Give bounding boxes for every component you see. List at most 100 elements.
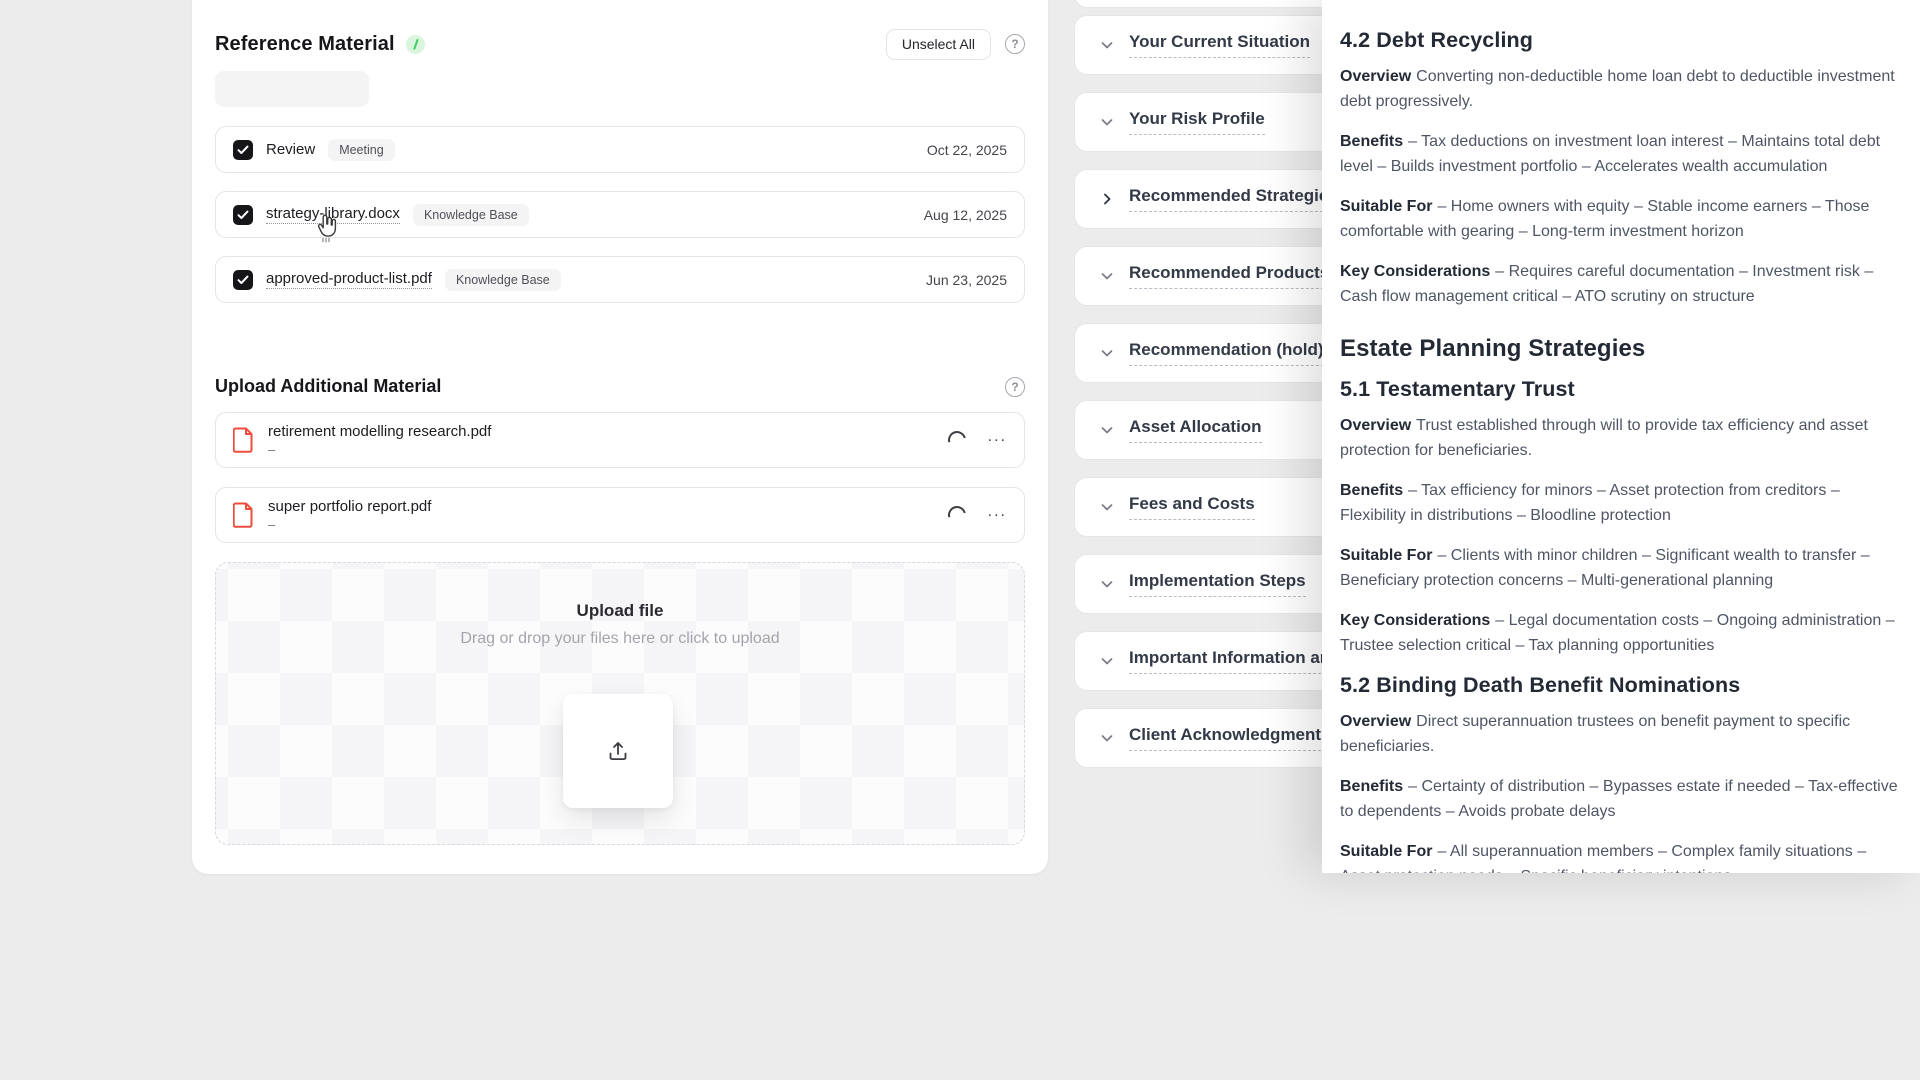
reference-item-name[interactable]: approved-product-list.pdf [266,270,432,289]
filter-tab[interactable] [308,74,336,104]
document-section-title[interactable]: Important Information and [1129,648,1341,674]
item-checkbox-checked[interactable] [233,205,253,225]
filter-tab[interactable] [278,74,306,104]
paragraph-text: – Certainty of distribution – Bypasses e… [1340,778,1898,820]
document-paragraph: Suitable For– Home owners with equity – … [1340,194,1906,244]
reference-item-date: Aug 12, 2025 [924,207,1007,223]
reference-item-name[interactable]: Review [266,141,315,158]
reference-item-type-badge: Knowledge Base [413,204,529,226]
paragraph-label: Suitable For [1340,843,1437,860]
paragraph-label: Overview [1340,417,1416,434]
uploaded-file-size: – [268,517,431,532]
uploaded-file-name: super portfolio report.pdf [268,498,431,515]
uploaded-file-size: – [268,442,491,457]
upload-help-icon[interactable]: ? [1005,377,1025,397]
document-heading-3: 5.1 Testamentary Trust [1340,377,1906,402]
upload-spinner-icon [944,428,969,453]
paragraph-text: Converting non-deductible home loan debt… [1340,68,1895,110]
document-paragraph: Suitable For– Clients with minor childre… [1340,543,1906,593]
document-paragraph: Benefits– Tax deductions on investment l… [1340,129,1906,179]
document-block: 4.2 Debt Recycling [1340,28,1906,53]
dropzone-hint: Drag or drop your files here or click to… [216,630,1024,648]
unselect-all-button[interactable]: Unselect All [886,29,991,60]
reference-item-date: Oct 22, 2025 [927,142,1007,158]
uploaded-file-list: retirement modelling research.pdf – ... … [215,412,1025,543]
document-section-title[interactable]: Recommended Products [1129,263,1329,289]
document-section-title[interactable]: Fees and Costs [1129,494,1255,520]
reference-item-row[interactable]: approved-product-list.pdf Knowledge Base… [215,256,1025,303]
file-dropzone[interactable]: Upload file Drag or drop your files here… [215,562,1025,845]
paragraph-text: Direct superannuation trustees on benefi… [1340,713,1850,755]
paragraph-text: Trust established through will to provid… [1340,417,1868,459]
document-block: Key Considerations– Requires careful doc… [1340,259,1906,309]
chevron-down-icon[interactable] [1099,114,1115,130]
reference-filter-tabs [215,71,369,107]
sync-status-icon [406,35,425,54]
reference-item-row[interactable]: Review Meeting Oct 22, 2025 [215,126,1025,173]
check-icon [237,210,249,220]
document-block: 5.1 Testamentary Trust [1340,377,1906,402]
chevron-down-icon[interactable] [1099,345,1115,361]
chevron-down-icon[interactable] [1099,730,1115,746]
upload-icon [606,739,630,763]
document-section-title[interactable]: Asset Allocation [1129,417,1262,443]
document-block: 5.2 Binding Death Benefit Nominations [1340,673,1906,698]
document-block: OverviewConverting non-deductible home l… [1340,64,1906,114]
chevron-down-icon[interactable] [1099,653,1115,669]
paragraph-label: Key Considerations [1340,263,1495,280]
filter-tab[interactable] [218,74,246,104]
file-actions-menu-icon[interactable]: ... [988,504,1007,526]
document-section-title[interactable]: Client Acknowledgment [1129,725,1321,751]
uploaded-file-row[interactable]: retirement modelling research.pdf – ... [215,412,1025,468]
paragraph-label: Benefits [1340,778,1408,795]
chevron-down-icon[interactable] [1099,576,1115,592]
chevron-down-icon[interactable] [1099,422,1115,438]
document-section-title[interactable]: Recommendation (hold) [1129,340,1324,366]
pdf-file-icon [233,502,254,528]
document-block: Benefits– Tax efficiency for minors – As… [1340,478,1906,528]
paragraph-text: – Tax efficiency for minors – Asset prot… [1340,482,1840,524]
document-paragraph: Benefits– Certainty of distribution – By… [1340,774,1906,824]
document-block: Suitable For– Clients with minor childre… [1340,543,1906,593]
chevron-down-icon[interactable] [1099,37,1115,53]
document-block: Benefits– Tax deductions on investment l… [1340,129,1906,179]
reference-material-header: Reference Material Unselect All ? [215,28,1025,60]
document-paragraph: Key Considerations– Legal documentation … [1340,608,1906,658]
filter-tab[interactable] [248,74,276,104]
chevron-down-icon[interactable] [1099,268,1115,284]
reference-item-list: Review Meeting Oct 22, 2025 strategy-lib… [215,126,1025,303]
chevron-right-icon[interactable] [1099,191,1115,207]
paragraph-label: Overview [1340,68,1416,85]
document-paragraph: Key Considerations– Requires careful doc… [1340,259,1906,309]
upload-section-title: Upload Additional Material [215,376,441,397]
uploaded-file-name: retirement modelling research.pdf [268,423,491,440]
green-tick-icon [411,39,420,50]
item-checkbox-checked[interactable] [233,270,253,290]
reference-item-row[interactable]: strategy-library.docx Knowledge Base Aug… [215,191,1025,238]
document-paragraph: OverviewDirect superannuation trustees o… [1340,709,1906,759]
paragraph-label: Suitable For [1340,198,1437,215]
document-block: Benefits– Certainty of distribution – By… [1340,774,1906,824]
paragraph-label: Benefits [1340,482,1408,499]
reference-item-type-badge: Knowledge Base [445,269,561,291]
document-paragraph: OverviewTrust established through will t… [1340,413,1906,463]
chevron-down-icon[interactable] [1099,499,1115,515]
document-section-title[interactable]: Recommended Strategies [1129,186,1338,212]
file-meta: retirement modelling research.pdf – [268,423,491,457]
pdf-file-icon [233,427,254,453]
document-section-title[interactable]: Your Current Situation [1129,32,1310,58]
paragraph-text: – Tax deductions on investment loan inte… [1340,133,1880,175]
document-block: OverviewTrust established through will t… [1340,413,1906,463]
uploaded-file-row[interactable]: super portfolio report.pdf – ... [215,487,1025,543]
reference-item-name[interactable]: strategy-library.docx [266,205,400,224]
reference-help-icon[interactable]: ? [1005,34,1025,54]
filter-tab[interactable] [338,74,366,104]
reference-material-title: Reference Material [215,33,395,56]
document-paragraph: Suitable For– All superannuation members… [1340,839,1906,873]
item-checkbox-checked[interactable] [233,140,253,160]
paragraph-label: Suitable For [1340,547,1437,564]
file-actions-menu-icon[interactable]: ... [988,429,1007,451]
document-section-title[interactable]: Your Risk Profile [1129,109,1265,135]
document-section-title[interactable]: Implementation Steps [1129,571,1306,597]
document-heading-2: Estate Planning Strategies [1340,335,1906,363]
